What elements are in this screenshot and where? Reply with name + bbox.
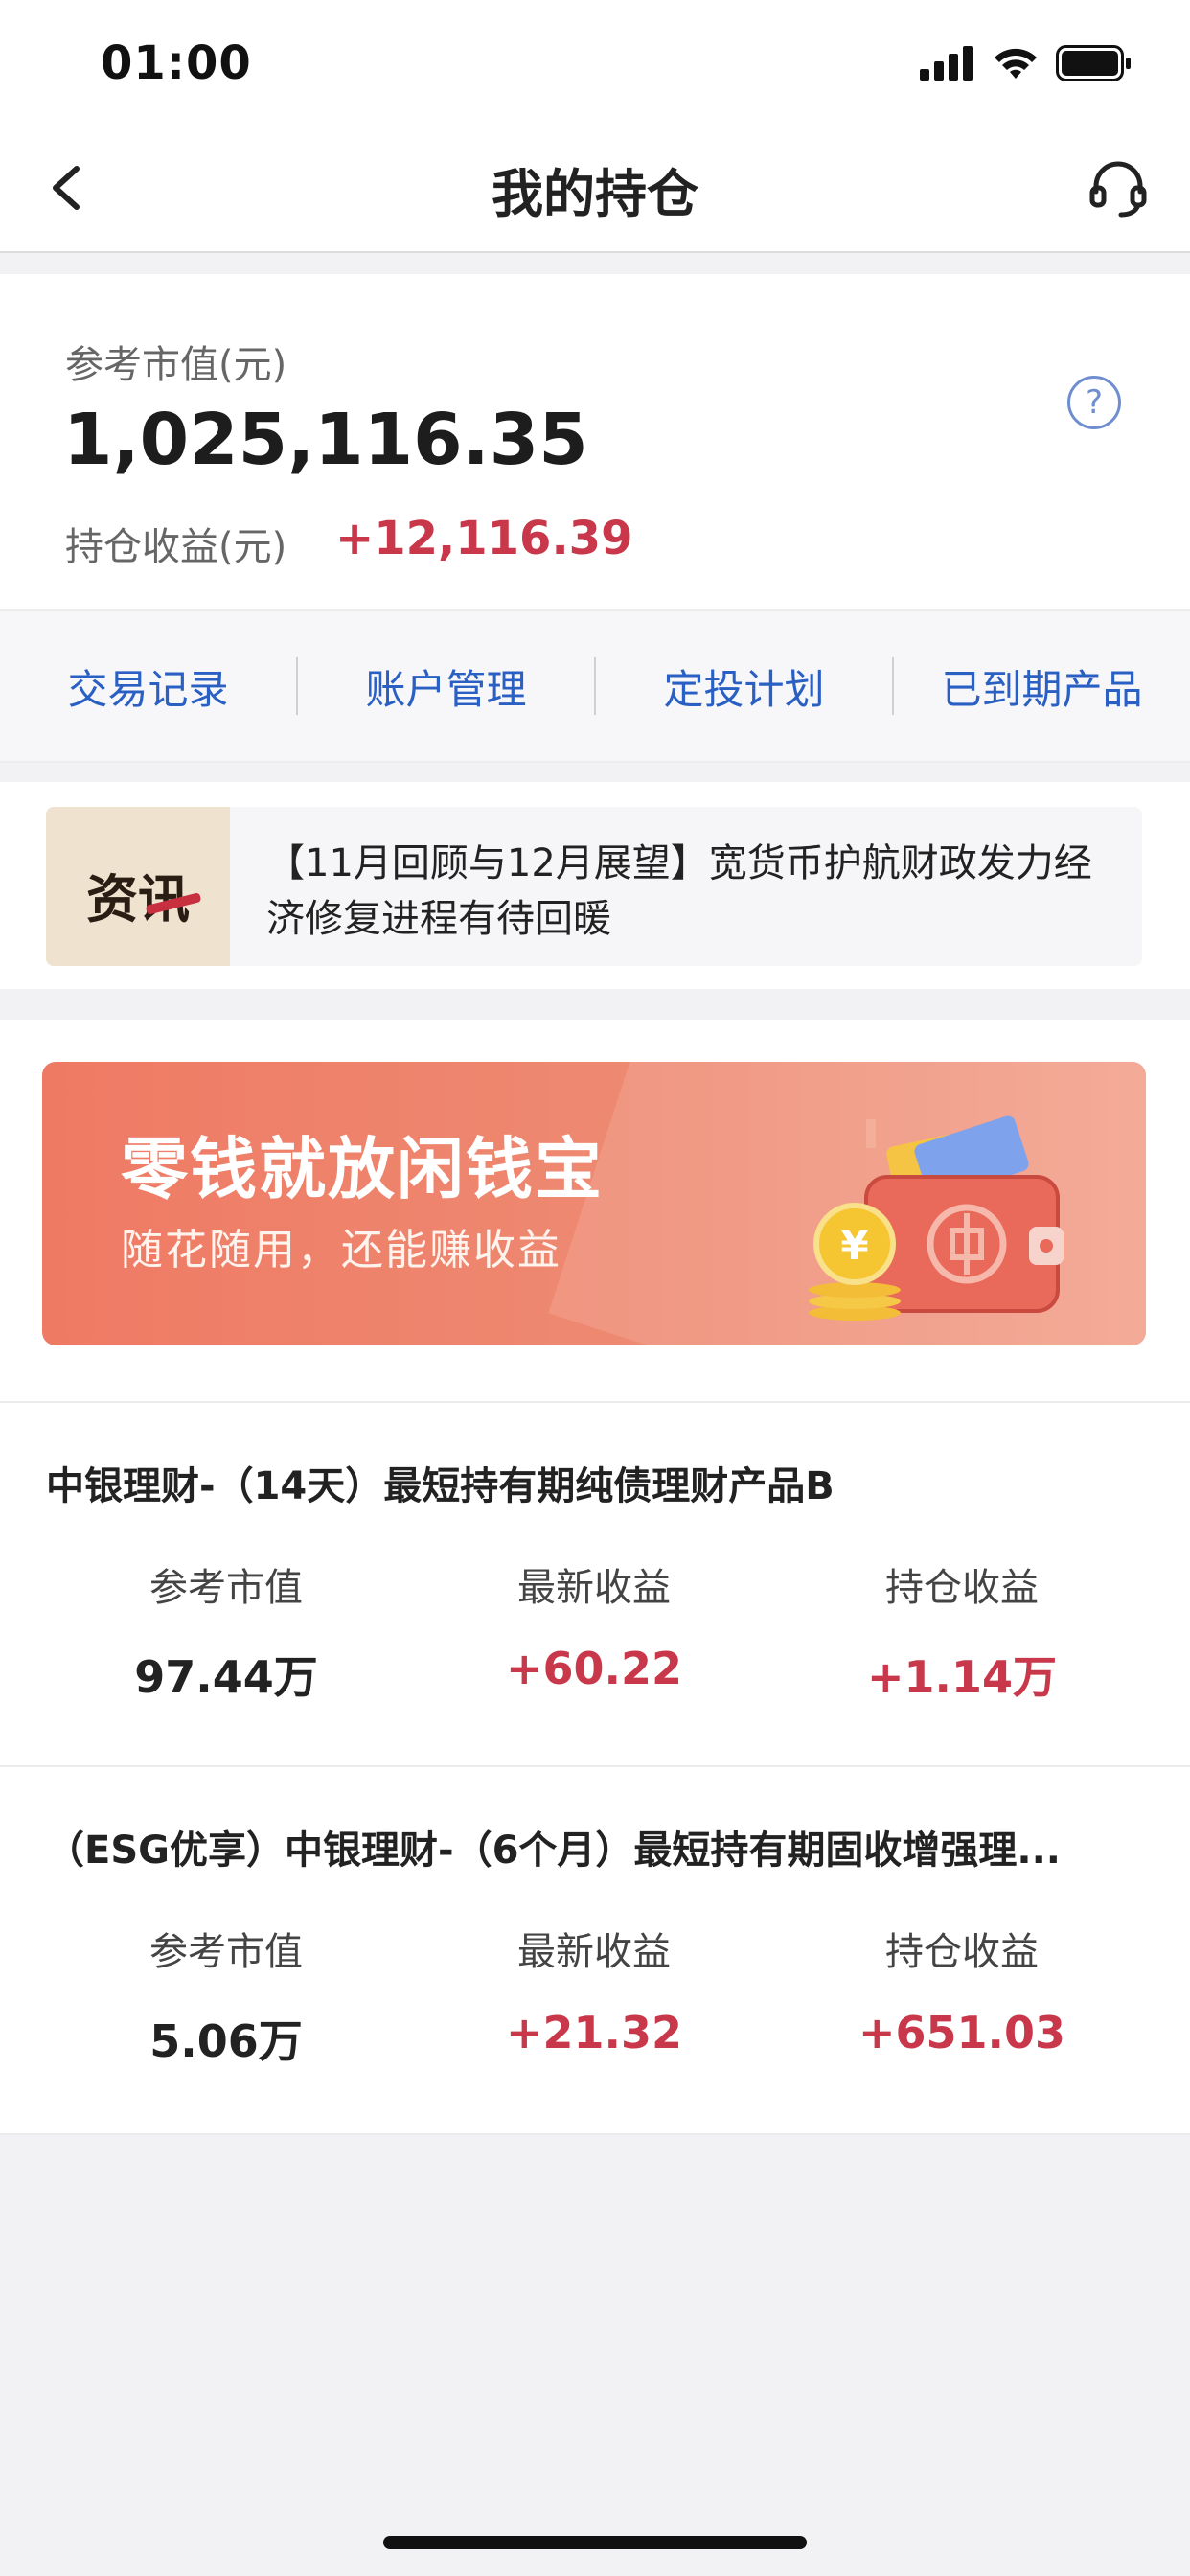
link-account-management[interactable]: 账户管理 — [298, 657, 594, 716]
metric-value: 97.44万 — [134, 1651, 318, 1703]
yuan-coin-glyph: ¥ — [840, 1222, 868, 1269]
customer-service-headset-icon[interactable] — [1087, 157, 1150, 220]
product-metrics: 参考市值 97.44万 最新收益 +60.22 持仓收益 +1.14万 — [0, 1556, 1190, 1706]
home-indicator[interactable] — [383, 2536, 807, 2549]
metric-holding-profit: 持仓收益 +651.03 — [778, 1920, 1146, 2070]
quick-links-bar: 交易记录 账户管理 定投计划 已到期产品 — [0, 610, 1190, 763]
metric-latest-profit: 最新收益 +60.22 — [410, 1556, 778, 1706]
metric-label: 参考市值 — [149, 1930, 303, 1974]
battery-icon — [1056, 45, 1131, 81]
market-value-label: 参考市值(元) — [65, 343, 287, 387]
link-investment-plan[interactable]: 定投计划 — [596, 657, 892, 716]
link-matured-products[interactable]: 已到期产品 — [894, 657, 1190, 716]
status-bar: 01:00 — [0, 0, 1190, 125]
link-transaction-records[interactable]: 交易记录 — [0, 657, 296, 716]
banner-subtitle: 随花随用，还能赚收益 — [121, 1226, 561, 1275]
metric-label: 参考市值 — [149, 1566, 303, 1610]
metric-value: +1.14万 — [866, 1651, 1058, 1703]
cellular-signal-icon — [920, 46, 973, 80]
metric-value: +651.03 — [858, 2007, 1066, 2058]
product-card[interactable]: （ESG优享）中银理财-（6个月）最短持有期固收增强理... 参考市值 5.06… — [0, 1765, 1190, 2135]
market-value: 1,025,116.35 — [63, 399, 588, 481]
wifi-icon — [995, 48, 1037, 79]
holdings-summary: 参考市值(元) 1,025,116.35 ? 持仓收益(元) +12,116.3… — [0, 274, 1190, 610]
product-name: 中银理财-（14天）最短持有期纯债理财产品B — [46, 1464, 835, 1508]
metric-value: 5.06万 — [149, 2015, 303, 2067]
metric-label: 最新收益 — [517, 1930, 671, 1974]
news-badge: 资讯 — [46, 807, 230, 966]
metric-holding-profit: 持仓收益 +1.14万 — [778, 1556, 1146, 1706]
metric-label: 持仓收益 — [885, 1566, 1039, 1610]
metric-value: +21.32 — [505, 2007, 683, 2058]
news-badge-label: 资讯 — [86, 869, 190, 930]
metric-label: 最新收益 — [517, 1566, 671, 1610]
help-question-icon[interactable]: ? — [1067, 376, 1121, 429]
metric-label: 持仓收益 — [885, 1930, 1039, 1974]
banner-title: 零钱就放闲钱宝 — [121, 1130, 604, 1208]
product-name: （ESG优享）中银理财-（6个月）最短持有期固收增强理... — [46, 1828, 1061, 1873]
status-time: 01:00 — [101, 36, 252, 90]
product-metrics: 参考市值 5.06万 最新收益 +21.32 持仓收益 +651.03 — [0, 1920, 1190, 2070]
navigation-bar: 我的持仓 — [0, 125, 1190, 253]
news-card[interactable]: 资讯 【11月回顾与12月展望】宽货币护航财政发力经济修复进程有待回暖 — [46, 807, 1142, 966]
metric-latest-profit: 最新收益 +21.32 — [410, 1920, 778, 2070]
product-card[interactable]: 中银理财-（14天）最短持有期纯债理财产品B 参考市值 97.44万 最新收益 … — [0, 1401, 1190, 1767]
metric-value: +60.22 — [505, 1643, 683, 1694]
news-section: 资讯 【11月回顾与12月展望】宽货币护航财政发力经济修复进程有待回暖 — [0, 782, 1190, 989]
banner-section: 零钱就放闲钱宝 随花随用，还能赚收益 ¥ — [0, 1020, 1190, 1403]
metric-market-value: 参考市值 5.06万 — [42, 1920, 410, 2070]
news-headline: 【11月回顾与12月展望】宽货币护航财政发力经济修复进程有待回暖 — [266, 841, 1092, 941]
holding-profit-label: 持仓收益(元) — [65, 525, 287, 569]
holding-profit-value: +12,116.39 — [335, 512, 633, 565]
metric-market-value: 参考市值 97.44万 — [42, 1556, 410, 1706]
status-icons — [920, 42, 1133, 84]
promo-banner[interactable]: 零钱就放闲钱宝 随花随用，还能赚收益 ¥ — [42, 1062, 1146, 1346]
page-title: 我的持仓 — [492, 164, 698, 224]
wallet-coin-icon: ¥ — [809, 1116, 1064, 1321]
